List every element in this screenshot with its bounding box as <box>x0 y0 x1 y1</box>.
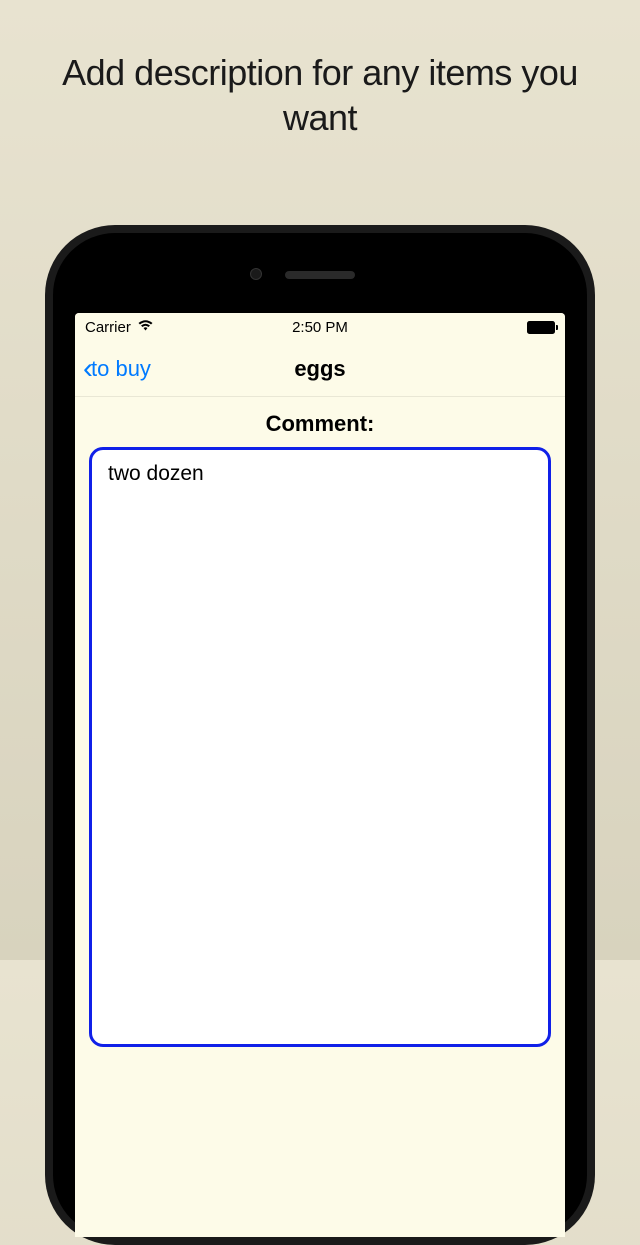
comment-section-header: Comment: <box>75 397 565 447</box>
status-time: 2:50 PM <box>292 319 348 336</box>
phone-speaker <box>285 271 355 279</box>
carrier-label: Carrier <box>85 319 131 336</box>
promo-heading: Add description for any items you want <box>0 0 640 170</box>
wifi-icon <box>137 319 154 336</box>
back-button[interactable]: ‹ to buy <box>83 354 151 384</box>
status-right <box>527 321 555 334</box>
comment-input[interactable] <box>89 447 551 1047</box>
comment-box-wrapper <box>75 447 565 1052</box>
nav-title: eggs <box>294 356 345 382</box>
back-label: to buy <box>91 356 151 382</box>
status-bar: Carrier 2:50 PM <box>75 313 565 341</box>
app-screen: Carrier 2:50 PM ‹ to buy eggs Comment: <box>75 313 565 1237</box>
phone-camera <box>250 268 262 280</box>
battery-icon <box>527 321 555 334</box>
phone-frame-inner: Carrier 2:50 PM ‹ to buy eggs Comment: <box>53 233 587 1237</box>
phone-frame: Carrier 2:50 PM ‹ to buy eggs Comment: <box>45 225 595 1245</box>
status-left: Carrier <box>85 319 154 336</box>
nav-bar: ‹ to buy eggs <box>75 341 565 397</box>
